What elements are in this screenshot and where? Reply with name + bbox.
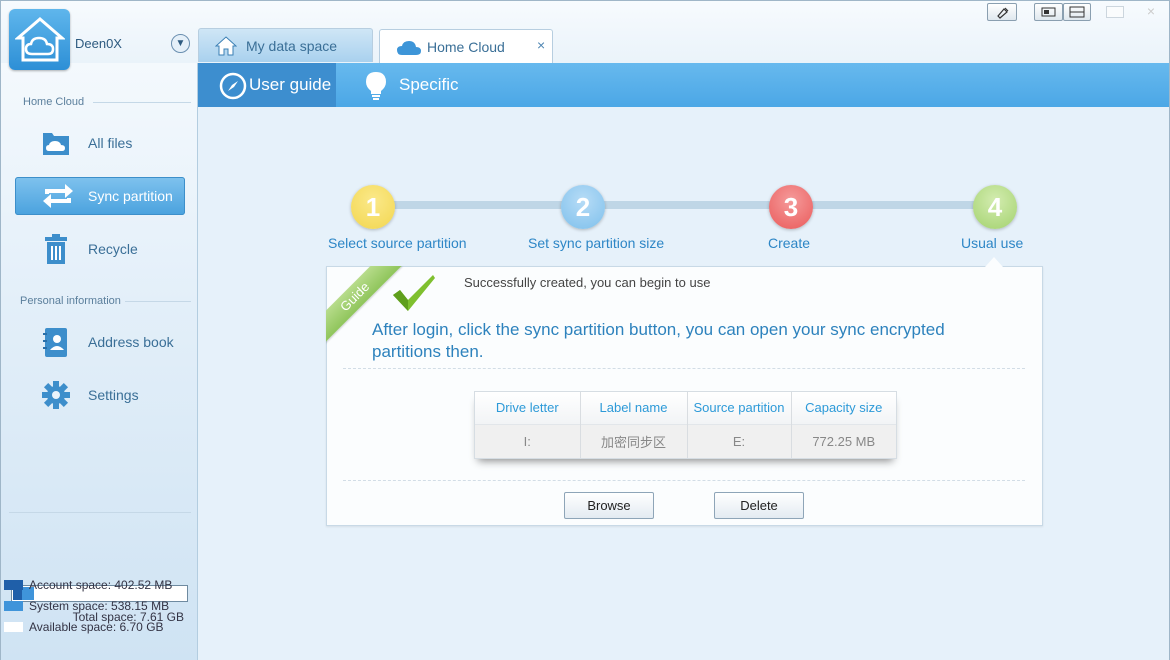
address-book-icon [41, 327, 71, 364]
sidebar-item-all-files[interactable]: All files [15, 124, 185, 162]
sidebar-item-settings[interactable]: Settings [15, 376, 185, 414]
column-header: Capacity size [791, 392, 896, 424]
step-4-circle: 4 [973, 185, 1017, 229]
legend-swatch [4, 601, 23, 611]
app-window: Deen0X ▼ My data space Home Cloud × × Ho… [0, 0, 1170, 660]
app-logo [9, 9, 70, 70]
section-title-home-cloud: Home Cloud [23, 96, 85, 108]
column-header: Source partition [687, 392, 792, 424]
fullscreen-icon[interactable] [1063, 3, 1091, 21]
top-bar: Deen0X ▼ My data space Home Cloud × × [1, 1, 1169, 63]
legend-swatch [4, 580, 23, 590]
trash-icon [41, 234, 71, 271]
main-header: User guide Specific [198, 63, 1169, 107]
sidebar-item-label: All files [88, 135, 133, 151]
tab-label: User guide [249, 75, 332, 94]
sidebar-item-address-book[interactable]: Address book [15, 323, 185, 361]
window-mode-icon[interactable] [1034, 3, 1063, 21]
section-title-personal-information: Personal information [20, 295, 121, 307]
sync-icon [41, 181, 75, 216]
step-3-label: Create [768, 235, 811, 251]
success-message: Successfully created, you can begin to u… [464, 275, 711, 290]
partition-table: Drive letter Label name Source partition… [474, 391, 897, 459]
tab-label: Specific [399, 75, 459, 94]
sidebar-item-label: Address book [88, 334, 174, 350]
sidebar: Home Cloud All files Sync partition Recy… [1, 63, 198, 660]
step-4-label: Usual use [961, 235, 1024, 251]
table-row[interactable]: I: 加密同步区 E: 772.25 MB [475, 423, 896, 458]
sidebar-item-label: Sync partition [88, 188, 173, 204]
divider [125, 301, 191, 302]
step-1-circle: 1 [351, 185, 395, 229]
sidebar-item-recycle[interactable]: Recycle [15, 230, 185, 268]
step-2-circle: 2 [561, 185, 605, 229]
divider [93, 102, 191, 103]
ribbon-label: Guide [326, 266, 402, 344]
step-3-circle: 3 [769, 185, 813, 229]
tab-home-cloud[interactable]: Home Cloud × [379, 29, 553, 63]
step-connector [791, 201, 991, 209]
guide-ribbon: Guide [326, 266, 406, 346]
table-cell: 772.25 MB [791, 423, 896, 458]
step-connector [373, 201, 573, 209]
column-header: Drive letter [475, 392, 581, 424]
gear-icon [41, 380, 71, 415]
step-2-label: Set sync partition size [528, 235, 665, 251]
sidebar-item-label: Settings [88, 387, 139, 403]
tab-label: Home Cloud [427, 39, 505, 55]
folder-cloud-icon [41, 128, 71, 163]
table-cell: 加密同步区 [580, 423, 688, 458]
delete-button[interactable]: Delete [714, 492, 804, 519]
tab-user-guide[interactable]: User guide [198, 63, 336, 107]
legend-text: Available space: 6.70 GB [29, 620, 164, 634]
username: Deen0X [75, 36, 122, 51]
table-cell: E: [687, 423, 792, 458]
sidebar-item-sync-partition[interactable]: Sync partition [15, 177, 185, 215]
legend-swatch [4, 622, 23, 632]
tab-my-data-space[interactable]: My data space [198, 28, 373, 62]
pin-icon[interactable] [987, 3, 1017, 21]
legend-text: System space: 538.15 MB [29, 599, 170, 613]
column-header: Label name [580, 392, 688, 424]
tab-specific[interactable]: Specific [358, 63, 478, 107]
divider [343, 480, 1025, 481]
chevron-down-icon[interactable]: ▼ [171, 34, 190, 53]
legend-text: Account space: 402.52 MB [29, 578, 173, 592]
divider [343, 368, 1025, 369]
step-1-label: Select source partition [328, 235, 467, 251]
sidebar-item-label: Recycle [88, 241, 138, 257]
divider [9, 512, 191, 513]
panel-pointer [985, 257, 1003, 267]
maximize-icon[interactable] [1106, 6, 1124, 18]
close-window-icon[interactable]: × [1138, 3, 1164, 19]
table-cell: I: [475, 423, 581, 458]
guide-message: After login, click the sync partition bu… [372, 320, 945, 361]
browse-button[interactable]: Browse [564, 492, 654, 519]
close-icon[interactable]: × [537, 29, 545, 61]
tab-label: My data space [246, 38, 338, 54]
step-connector [583, 201, 783, 209]
